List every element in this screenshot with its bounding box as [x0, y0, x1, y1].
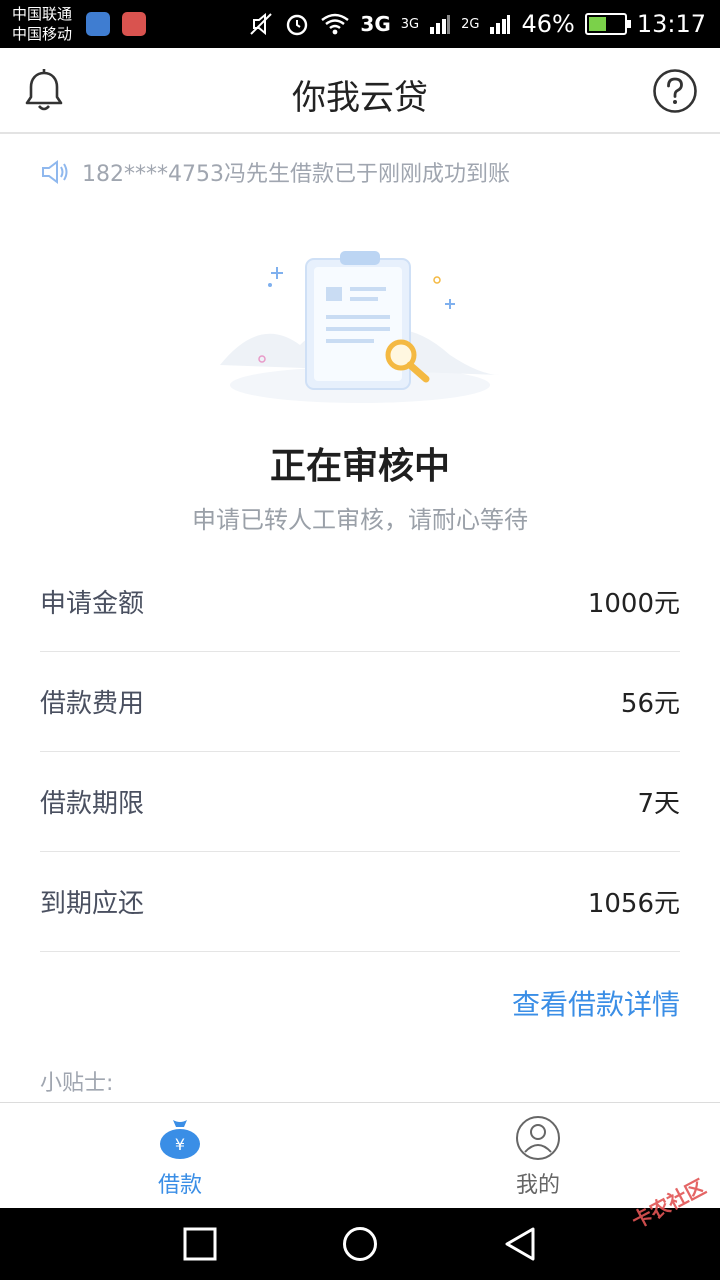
- detail-value: 1000元: [587, 589, 680, 619]
- signal-icon-2: [490, 15, 511, 34]
- nav-tab-loan[interactable]: ¥ 借款: [120, 1115, 240, 1199]
- detail-label: 借款期限: [40, 789, 145, 819]
- detail-value: 56元: [620, 689, 680, 719]
- battery-icon: [584, 13, 631, 35]
- help-icon[interactable]: [652, 68, 698, 114]
- network-type-2: 3G: [400, 16, 420, 32]
- network-type-1: 3G: [360, 12, 391, 36]
- home-icon[interactable]: [342, 1226, 378, 1262]
- notice-bar: 182****4753冯先生借款已于刚刚成功到账: [40, 155, 510, 189]
- carrier-name-1: 中国联通: [12, 5, 73, 23]
- mail-app-icon: [122, 12, 146, 36]
- alarm-icon: [287, 14, 308, 36]
- speaker-icon: [42, 160, 68, 184]
- carrier-name-2: 中国移动: [12, 25, 73, 43]
- review-illustration: [220, 251, 500, 403]
- app-header: 你我云贷: [0, 48, 720, 134]
- detail-label: 到期应还: [40, 889, 145, 919]
- nav-label-loan: 借款: [157, 1173, 202, 1198]
- recent-apps-icon[interactable]: [182, 1226, 218, 1262]
- status-bar: 中国联通 中国移动 3G 3G 2G 46% 13:17: [0, 0, 720, 48]
- nav-label-mine: 我的: [515, 1173, 560, 1198]
- clock: 13:17: [636, 10, 706, 38]
- detail-label: 借款费用: [40, 689, 145, 719]
- detail-row-term: 借款期限 7天: [40, 752, 680, 852]
- svg-text:¥: ¥: [175, 1135, 185, 1154]
- bottom-nav: ¥ 借款 我的: [0, 1102, 720, 1208]
- system-nav-bar: [0, 1208, 720, 1280]
- money-bag-icon: ¥: [160, 1120, 200, 1159]
- detail-row-apply-amount: 申请金额 1000元: [40, 552, 680, 652]
- tips-label: 小贴士:: [40, 1071, 114, 1096]
- notice-text: 182****4753冯先生借款已于刚刚成功到账: [82, 162, 510, 187]
- back-icon[interactable]: [502, 1226, 538, 1262]
- loan-details: 申请金额 1000元 借款费用 56元 借款期限 7天 到期应还 1056元: [40, 552, 680, 952]
- location-app-icon: [86, 12, 110, 36]
- detail-value: 7天: [637, 789, 680, 819]
- nav-tab-mine[interactable]: 我的: [478, 1115, 598, 1199]
- wifi-icon: [321, 13, 350, 35]
- network-type-3: 2G: [461, 16, 480, 32]
- detail-value: 1056元: [587, 889, 680, 919]
- detail-row-due-amount: 到期应还 1056元: [40, 852, 680, 952]
- signal-icon-1: [430, 15, 451, 34]
- user-icon: [516, 1116, 560, 1160]
- page-title: 你我云贷: [292, 78, 428, 118]
- view-loan-details-link[interactable]: 查看借款详情: [512, 983, 680, 1023]
- battery-percent: 46%: [521, 10, 575, 38]
- status-icons: 3G 3G 2G 46% 13:17: [248, 0, 706, 48]
- mute-icon: [250, 12, 273, 36]
- detail-row-fee: 借款费用 56元: [40, 652, 680, 752]
- review-status-subtitle: 申请已转人工审核，请耐心等待: [192, 506, 528, 534]
- detail-label: 申请金额: [40, 589, 145, 619]
- carrier-info: 中国联通 中国移动: [12, 4, 72, 44]
- review-status-title: 正在审核中: [269, 446, 450, 487]
